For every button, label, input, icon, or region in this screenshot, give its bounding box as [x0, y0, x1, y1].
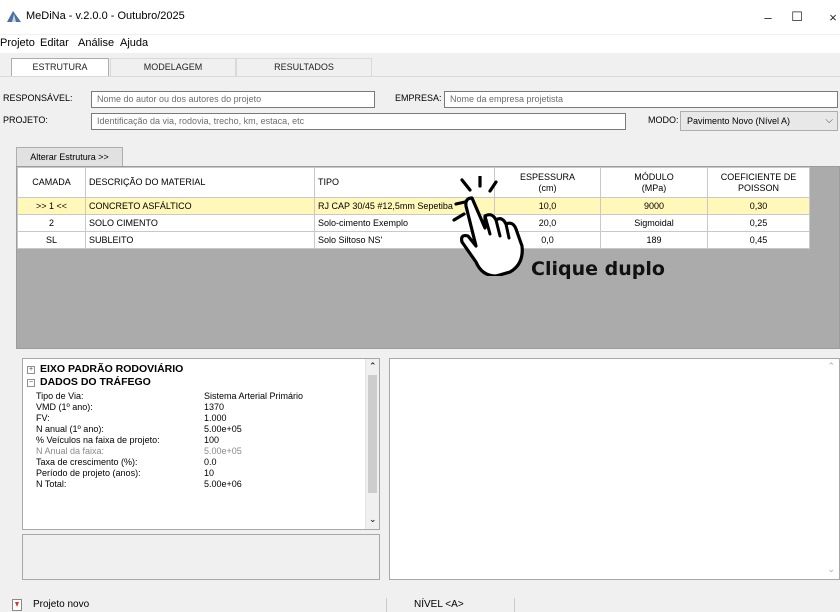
header-modulo[interactable]: MÓDULO (MPa): [600, 167, 708, 198]
status-bar: Projeto novo NÍVEL <A>: [0, 598, 840, 612]
modo-selected: Pavimento Novo (Nível A): [687, 116, 791, 126]
property-description-box: [22, 534, 380, 580]
traffic-properties-grid: + EIXO PADRÃO RODOVIÁRIO − DADOS DO TRÁFEG…: [22, 358, 380, 530]
hand-pointer-icon: [452, 176, 524, 276]
tab-estrutura[interactable]: ESTRUTURA: [11, 58, 109, 77]
prop-key: FV:: [36, 413, 50, 423]
cell-poisson[interactable]: 0,25: [707, 214, 810, 232]
cell-camada[interactable]: >> 1 <<: [17, 197, 86, 215]
prop-key: Período de projeto (anos):: [36, 468, 141, 478]
road-icon: [7, 11, 21, 22]
level-status: NÍVEL <A>: [414, 599, 464, 610]
cell-camada[interactable]: SL: [17, 231, 86, 249]
prop-periodo-projeto[interactable]: Período de projeto (anos): 10: [33, 468, 370, 479]
scroll-up-icon[interactable]: ⌃: [369, 361, 377, 372]
prop-veiculos-faixa[interactable]: % Veículos na faixa de projeto: 100: [33, 435, 370, 446]
chevron-down-icon: ⌵: [825, 115, 833, 126]
minimize-button[interactable]: –: [758, 8, 778, 26]
prop-value[interactable]: 100: [204, 435, 219, 445]
tab-strip: ESTRUTURA MODELAGEM RESULTADOS: [0, 58, 840, 77]
prop-vmd[interactable]: VMD (1º ano): 1370: [33, 402, 370, 413]
menu-ajuda[interactable]: Ajuda: [120, 37, 148, 49]
status-divider: [514, 598, 515, 612]
prop-key: VMD (1º ano):: [36, 402, 93, 412]
prop-key: N Total:: [36, 479, 67, 489]
prop-value[interactable]: 5.00e+06: [204, 479, 242, 489]
details-panel: ⌃ ⌄: [389, 358, 840, 580]
menu-editar[interactable]: Editar: [40, 37, 69, 49]
projeto-label: PROJETO:: [3, 115, 48, 125]
category-dados-trafego[interactable]: − DADOS DO TRÁFEGO: [27, 376, 151, 388]
prop-value[interactable]: 5.00e+05: [204, 424, 242, 434]
prop-key: % Veículos na faixa de projeto:: [36, 435, 160, 445]
scroll-thumb[interactable]: [368, 375, 377, 493]
prop-n-anual-faixa: N Anual da faixa: 5.00e+05: [33, 446, 370, 457]
prop-tipo-via[interactable]: Tipo de Via: Sistema Arterial Primário: [33, 391, 370, 402]
menu-projeto[interactable]: Projeto: [0, 37, 35, 49]
responsavel-field[interactable]: Nome do autor ou dos autores do projeto: [91, 91, 375, 108]
prop-n-total[interactable]: N Total: 5.00e+06: [33, 479, 370, 490]
scroll-down-icon[interactable]: ⌄: [369, 514, 377, 525]
header-poisson[interactable]: COEFICIENTE DE POISSON: [707, 167, 810, 198]
table-row[interactable]: 2 SOLO CIMENTO Solo-cimento Exemplo 20,0…: [17, 214, 810, 232]
double-click-annotation: Clique duplo: [531, 258, 665, 280]
menu-bar: Projeto Editar Análise Ajuda: [0, 35, 840, 53]
prop-fv[interactable]: FV: 1.000: [33, 413, 370, 424]
prop-value[interactable]: 1370: [204, 402, 224, 412]
prop-n-anual[interactable]: N anual (1º ano): 5.00e+05: [33, 424, 370, 435]
prop-key: Tipo de Via:: [36, 391, 84, 401]
prop-key: N Anual da faixa:: [36, 446, 105, 456]
prop-value[interactable]: 10: [204, 468, 214, 478]
prop-key: Taxa de crescimento (%):: [36, 457, 138, 467]
prop-key: N anual (1º ano):: [36, 424, 104, 434]
status-divider: [386, 598, 387, 612]
maximize-button[interactable]: ☐: [787, 8, 807, 26]
modo-label: MODO:: [648, 115, 679, 125]
cell-poisson[interactable]: 0,30: [707, 197, 810, 215]
empresa-label: EMPRESA:: [395, 93, 442, 103]
tab-modelagem[interactable]: MODELAGEM: [110, 58, 236, 76]
cell-poisson[interactable]: 0,45: [707, 231, 810, 249]
cell-modulo[interactable]: 9000: [600, 197, 708, 215]
scroll-down-icon[interactable]: ⌄: [827, 564, 835, 575]
window-title: MeDiNa - v.2.0.0 - Outubro/2025: [26, 10, 185, 22]
scroll-up-icon[interactable]: ⌃: [827, 361, 835, 372]
close-button[interactable]: ×: [823, 8, 840, 26]
projeto-field[interactable]: Identificação da via, rodovia, trecho, k…: [91, 113, 626, 130]
cell-descricao[interactable]: CONCRETO ASFÁLTICO: [85, 197, 315, 215]
category-label: DADOS DO TRÁFEGO: [40, 376, 151, 388]
layers-table: CAMADA DESCRIÇÃO DO MATERIAL TIPO ESPESS…: [17, 167, 810, 249]
layers-grid: CAMADA DESCRIÇÃO DO MATERIAL TIPO ESPESS…: [16, 166, 840, 349]
alterar-estrutura-button[interactable]: Alterar Estrutura >>: [16, 147, 123, 167]
title-bar: MeDiNa - v.2.0.0 - Outubro/2025 – ☐ ×: [0, 0, 840, 34]
cell-camada[interactable]: 2: [17, 214, 86, 232]
cell-modulo[interactable]: Sigmoidal: [600, 214, 708, 232]
category-label: EIXO PADRÃO RODOVIÁRIO: [40, 363, 184, 375]
table-row[interactable]: SL SUBLEITO Solo Siltoso NS' 0,0 189 0,4…: [17, 231, 810, 249]
prop-taxa-crescimento[interactable]: Taxa de crescimento (%): 0.0: [33, 457, 370, 468]
cell-descricao[interactable]: SUBLEITO: [85, 231, 315, 249]
modo-dropdown[interactable]: Pavimento Novo (Nível A) ⌵: [680, 111, 838, 131]
expand-icon[interactable]: +: [27, 366, 35, 374]
properties-scrollbar[interactable]: ⌃ ⌄: [365, 359, 379, 529]
header-descricao[interactable]: DESCRIÇÃO DO MATERIAL: [85, 167, 315, 198]
table-row[interactable]: >> 1 << CONCRETO ASFÁLTICO RJ CAP 30/45 …: [17, 197, 810, 215]
prop-value[interactable]: Sistema Arterial Primário: [204, 391, 303, 401]
category-eixo-padrao[interactable]: + EIXO PADRÃO RODOVIÁRIO: [27, 363, 183, 375]
cell-modulo[interactable]: 189: [600, 231, 708, 249]
tab-panel-border: [0, 76, 840, 77]
prop-value: 5.00e+05: [204, 446, 242, 456]
cell-descricao[interactable]: SOLO CIMENTO: [85, 214, 315, 232]
responsavel-label: RESPONSÁVEL:: [3, 93, 73, 103]
empresa-field[interactable]: Nome da empresa projetista: [444, 91, 838, 108]
project-status: Projeto novo: [33, 599, 90, 610]
document-icon: [12, 599, 22, 611]
menu-analise[interactable]: Análise: [78, 37, 114, 49]
prop-value[interactable]: 0.0: [204, 457, 217, 467]
prop-value[interactable]: 1.000: [204, 413, 227, 423]
tab-resultados[interactable]: RESULTADOS: [236, 58, 372, 76]
collapse-icon[interactable]: −: [27, 379, 35, 387]
header-camada[interactable]: CAMADA: [17, 167, 86, 198]
